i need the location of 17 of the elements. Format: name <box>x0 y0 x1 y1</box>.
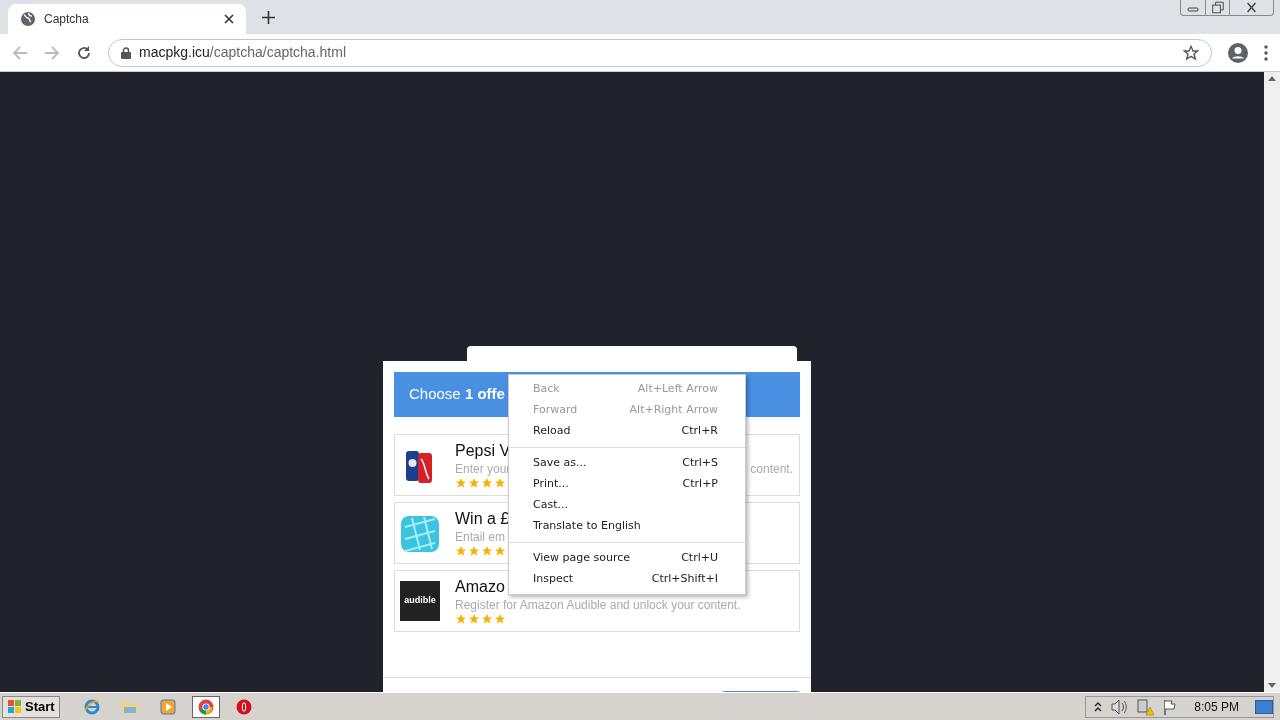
offer-title: Win a £ <box>455 509 510 529</box>
dialog-heading: Choose 1 offe <box>409 384 505 405</box>
offer-description: Enter your <box>455 461 511 477</box>
offer-description: content. <box>750 461 794 477</box>
shortcut-text: Alt+Left Arrow <box>637 381 718 398</box>
shortcut-text: Ctrl+P <box>682 476 718 493</box>
audible-logo: audible <box>400 581 440 621</box>
url-text: macpkg.icu/captcha/captcha.html <box>139 43 347 62</box>
tab-title: Captcha <box>44 11 90 28</box>
offer-description: Entail em <box>455 529 506 545</box>
offer-description: Register for Amazon Audible and unlock your content. <box>455 597 741 613</box>
shortcut-text: Ctrl+U <box>681 550 718 567</box>
shortcut-text: Ctrl+S <box>682 455 718 472</box>
shortcut-text: Ctrl+Shift+I <box>651 571 718 588</box>
shortcut-text: Alt+Right Arrow <box>629 402 718 419</box>
offer-title: Amazo <box>455 577 505 597</box>
shortcut-text: Ctrl+R <box>681 423 718 440</box>
